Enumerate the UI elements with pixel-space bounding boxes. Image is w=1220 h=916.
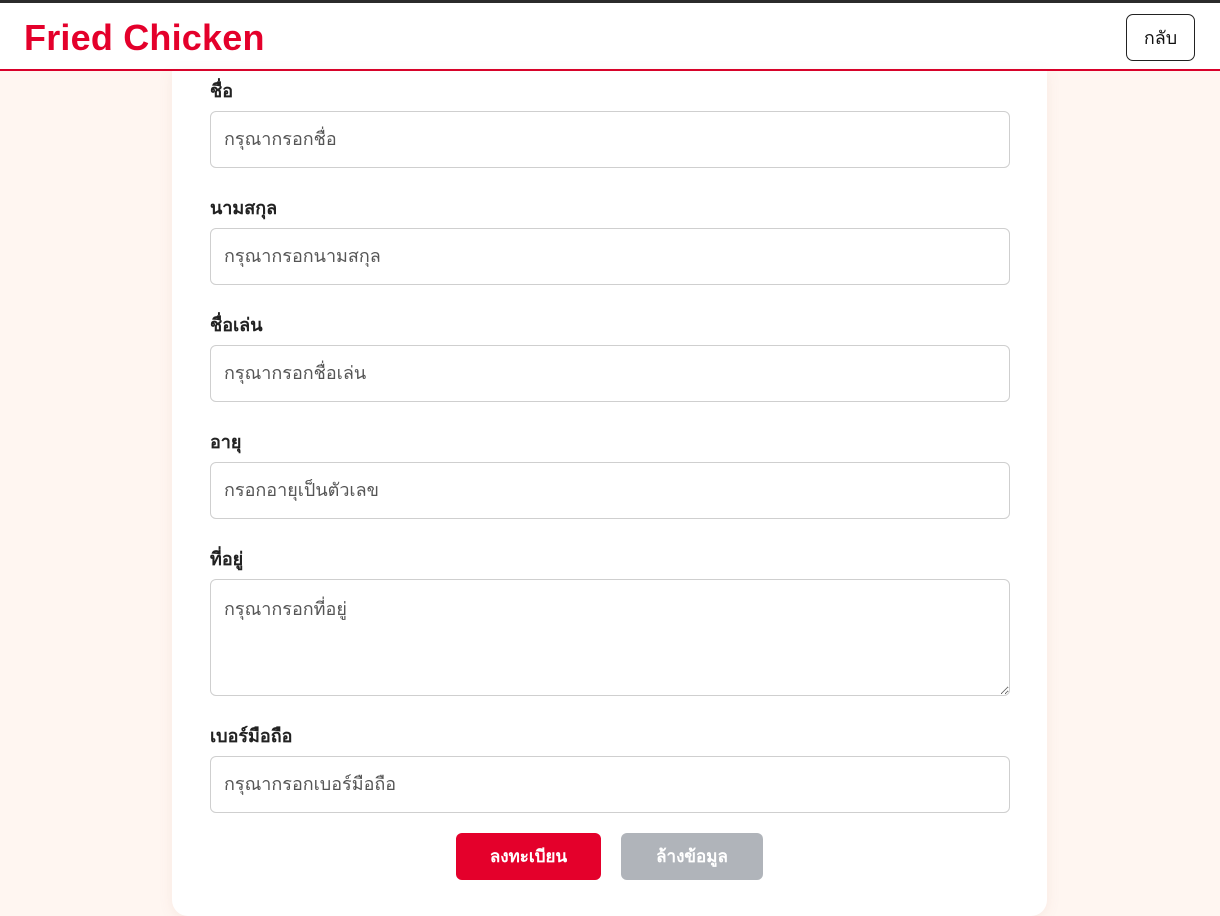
age-input[interactable] bbox=[210, 462, 1010, 519]
age-label: อายุ bbox=[210, 432, 242, 453]
first-name-label: ชื่อ bbox=[210, 81, 234, 102]
register-button[interactable]: ลงทะเบียน bbox=[456, 833, 601, 880]
app-header: Fried Chicken กลับ bbox=[0, 3, 1220, 71]
brand-logo[interactable]: Fried Chicken bbox=[24, 17, 265, 59]
clear-button[interactable]: ล้างข้อมูล bbox=[621, 833, 763, 880]
nickname-label: ชื่อเล่น bbox=[210, 315, 263, 336]
address-label: ที่อยู่ bbox=[210, 549, 244, 570]
back-button[interactable]: กลับ bbox=[1126, 14, 1195, 61]
last-name-label: นามสกุล bbox=[210, 198, 278, 219]
first-name-input[interactable] bbox=[210, 111, 1010, 168]
phone-input[interactable] bbox=[210, 756, 1010, 813]
address-textarea[interactable] bbox=[210, 579, 1010, 696]
registration-form: ชื่อ นามสกุล ชื่อเล่น อายุ ที่อยู่ เบอร์… bbox=[172, 71, 1047, 916]
phone-label: เบอร์มือถือ bbox=[210, 726, 293, 747]
nickname-input[interactable] bbox=[210, 345, 1010, 402]
last-name-input[interactable] bbox=[210, 228, 1010, 285]
